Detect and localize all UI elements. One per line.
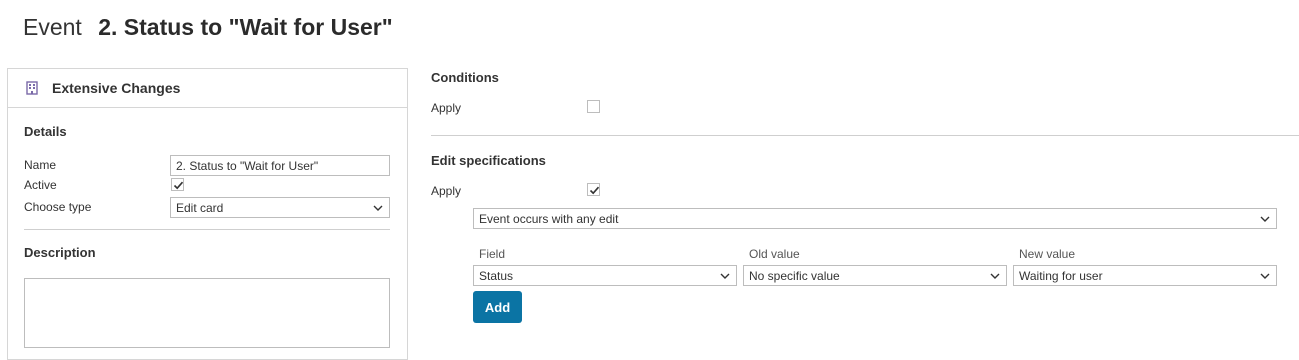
- add-button[interactable]: Add: [473, 291, 522, 323]
- chevron-down-icon: [989, 270, 1001, 282]
- type-label: Choose type: [24, 200, 92, 214]
- checkmark-icon: [173, 181, 184, 190]
- checkmark-icon: [589, 186, 600, 195]
- page-title: Event 2. Status to "Wait for User": [23, 14, 393, 41]
- edit-specs-apply-checkbox[interactable]: [587, 183, 600, 196]
- chevron-down-icon: [372, 202, 384, 214]
- occurs-select-value: Event occurs with any edit: [479, 211, 619, 226]
- conditions-title: Conditions: [431, 70, 499, 85]
- new-value-select-value: Waiting for user: [1019, 268, 1103, 283]
- edit-specs-title: Edit specifications: [431, 153, 546, 168]
- conditions-apply-label: Apply: [431, 101, 462, 115]
- description-textarea[interactable]: [24, 278, 390, 348]
- divider: [431, 135, 1299, 136]
- details-title: Details: [24, 124, 67, 139]
- page-title-name: 2. Status to "Wait for User": [98, 14, 393, 40]
- active-label: Active: [24, 178, 57, 192]
- chevron-down-icon: [1259, 213, 1271, 225]
- chevron-down-icon: [1259, 270, 1271, 282]
- old-value-select-value: No specific value: [749, 268, 840, 283]
- type-select-value: Edit card: [176, 200, 224, 215]
- description-title: Description: [24, 245, 96, 260]
- name-input[interactable]: [170, 155, 390, 176]
- building-icon: [25, 81, 39, 95]
- new-value-select[interactable]: Waiting for user: [1013, 265, 1277, 286]
- field-select-value: Status: [479, 268, 514, 283]
- type-select[interactable]: Edit card: [170, 197, 390, 218]
- panel-header: Extensive Changes: [8, 69, 407, 108]
- active-checkbox[interactable]: [171, 178, 184, 191]
- chevron-down-icon: [719, 270, 731, 282]
- old-value-select[interactable]: No specific value: [743, 265, 1007, 286]
- divider: [24, 229, 390, 230]
- page-title-prefix: Event: [23, 14, 82, 40]
- new-value-column-header: New value: [1019, 247, 1076, 261]
- occurs-select[interactable]: Event occurs with any edit: [473, 208, 1277, 229]
- panel-title: Extensive Changes: [52, 80, 181, 96]
- field-select[interactable]: Status: [473, 265, 737, 286]
- conditions-apply-checkbox[interactable]: [587, 100, 600, 113]
- field-column-header: Field: [479, 247, 506, 261]
- name-label: Name: [24, 158, 57, 172]
- old-value-column-header: Old value: [749, 247, 800, 261]
- edit-specs-apply-label: Apply: [431, 184, 462, 198]
